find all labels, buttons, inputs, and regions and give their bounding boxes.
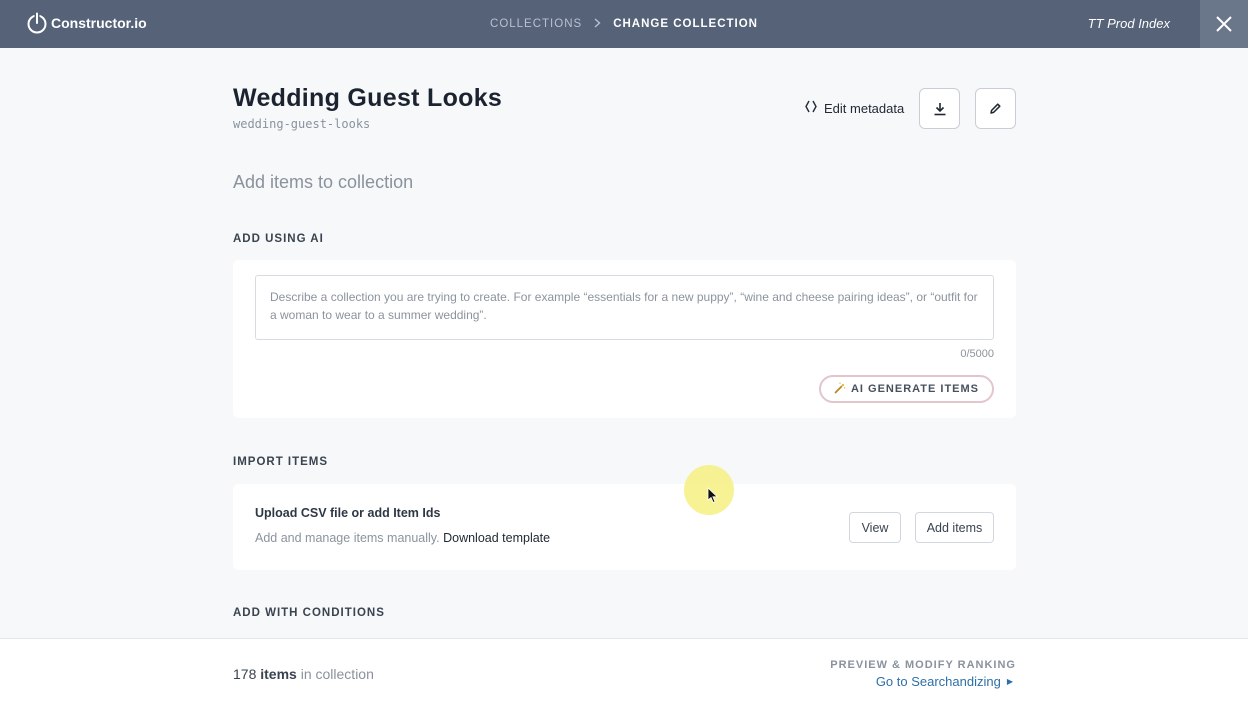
code-braces-icon	[805, 100, 817, 117]
caret-right-icon: ▶	[1006, 677, 1013, 686]
character-count: 0/5000	[960, 348, 994, 360]
close-icon	[1216, 16, 1232, 32]
download-button[interactable]	[919, 88, 960, 129]
footer-bar: 178 items in collection PREVIEW & MODIFY…	[0, 638, 1248, 708]
import-card: Upload CSV file or add Item Ids Add and …	[233, 484, 1016, 570]
index-name[interactable]: TT Prod Index	[1088, 16, 1170, 31]
breadcrumb: COLLECTIONS CHANGE COLLECTION	[0, 17, 1248, 31]
ai-card: Describe a collection you are trying to …	[233, 260, 1016, 418]
add-items-heading: Add items to collection	[233, 172, 414, 192]
item-count-word: items	[260, 666, 297, 682]
item-count-suffix: in collection	[300, 666, 374, 682]
go-to-searchandizing-link[interactable]: Go to Searchandizing ▶	[876, 674, 1013, 689]
page-title: Wedding Guest Looks	[233, 84, 503, 112]
add-with-conditions-label: ADD WITH CONDITIONS	[233, 607, 385, 619]
add-items-button[interactable]: Add items	[915, 512, 994, 543]
breadcrumb-collections[interactable]: COLLECTIONS	[490, 18, 582, 30]
breadcrumb-change-collection: CHANGE COLLECTION	[613, 18, 758, 30]
magic-wand-icon	[834, 382, 846, 397]
download-icon	[934, 102, 945, 115]
import-items-label: IMPORT ITEMS	[233, 456, 329, 468]
pencil-icon	[990, 103, 1001, 114]
chevron-right-icon	[594, 17, 601, 31]
ai-generate-label: AI GENERATE ITEMS	[850, 383, 979, 395]
item-count-number: 178	[233, 666, 257, 682]
import-subtitle-text: Add and manage items manually.	[255, 531, 440, 545]
edit-metadata-label: Edit metadata	[824, 101, 905, 116]
searchandizing-link-text: Go to Searchandizing	[875, 674, 1001, 689]
edit-button[interactable]	[975, 88, 1016, 129]
import-title: Upload CSV file or add Item Ids	[255, 506, 441, 520]
ai-generate-items-button[interactable]: AI GENERATE ITEMS	[818, 375, 994, 403]
ai-description-input[interactable]: Describe a collection you are trying to …	[255, 275, 994, 340]
add-using-ai-label: ADD USING AI	[233, 233, 324, 245]
edit-metadata-button[interactable]: Edit metadata	[805, 100, 904, 117]
collection-slug: wedding-guest-looks	[233, 117, 371, 131]
close-button[interactable]	[1200, 0, 1248, 48]
preview-ranking-label: PREVIEW & MODIFY RANKING	[830, 659, 1016, 671]
view-button[interactable]: View	[849, 512, 901, 543]
top-bar: Constructor.io COLLECTIONS CHANGE COLLEC…	[0, 0, 1248, 48]
item-count: 178 items in collection	[233, 666, 374, 682]
import-subtitle: Add and manage items manually. Download …	[255, 531, 550, 545]
mouse-pointer-icon	[707, 487, 718, 504]
download-template-link[interactable]: Download template	[443, 531, 550, 545]
